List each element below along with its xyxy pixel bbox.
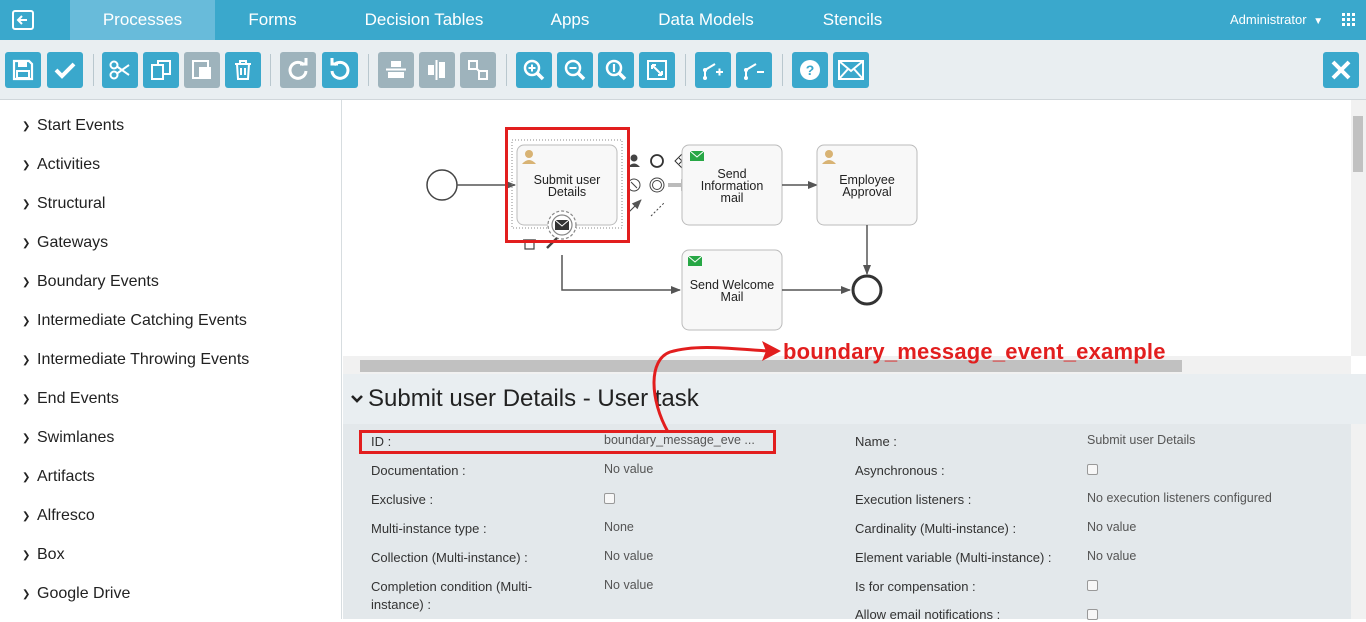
annotation-arrow	[652, 341, 781, 433]
annotation-label: boundary_message_event_example	[783, 339, 1166, 364]
